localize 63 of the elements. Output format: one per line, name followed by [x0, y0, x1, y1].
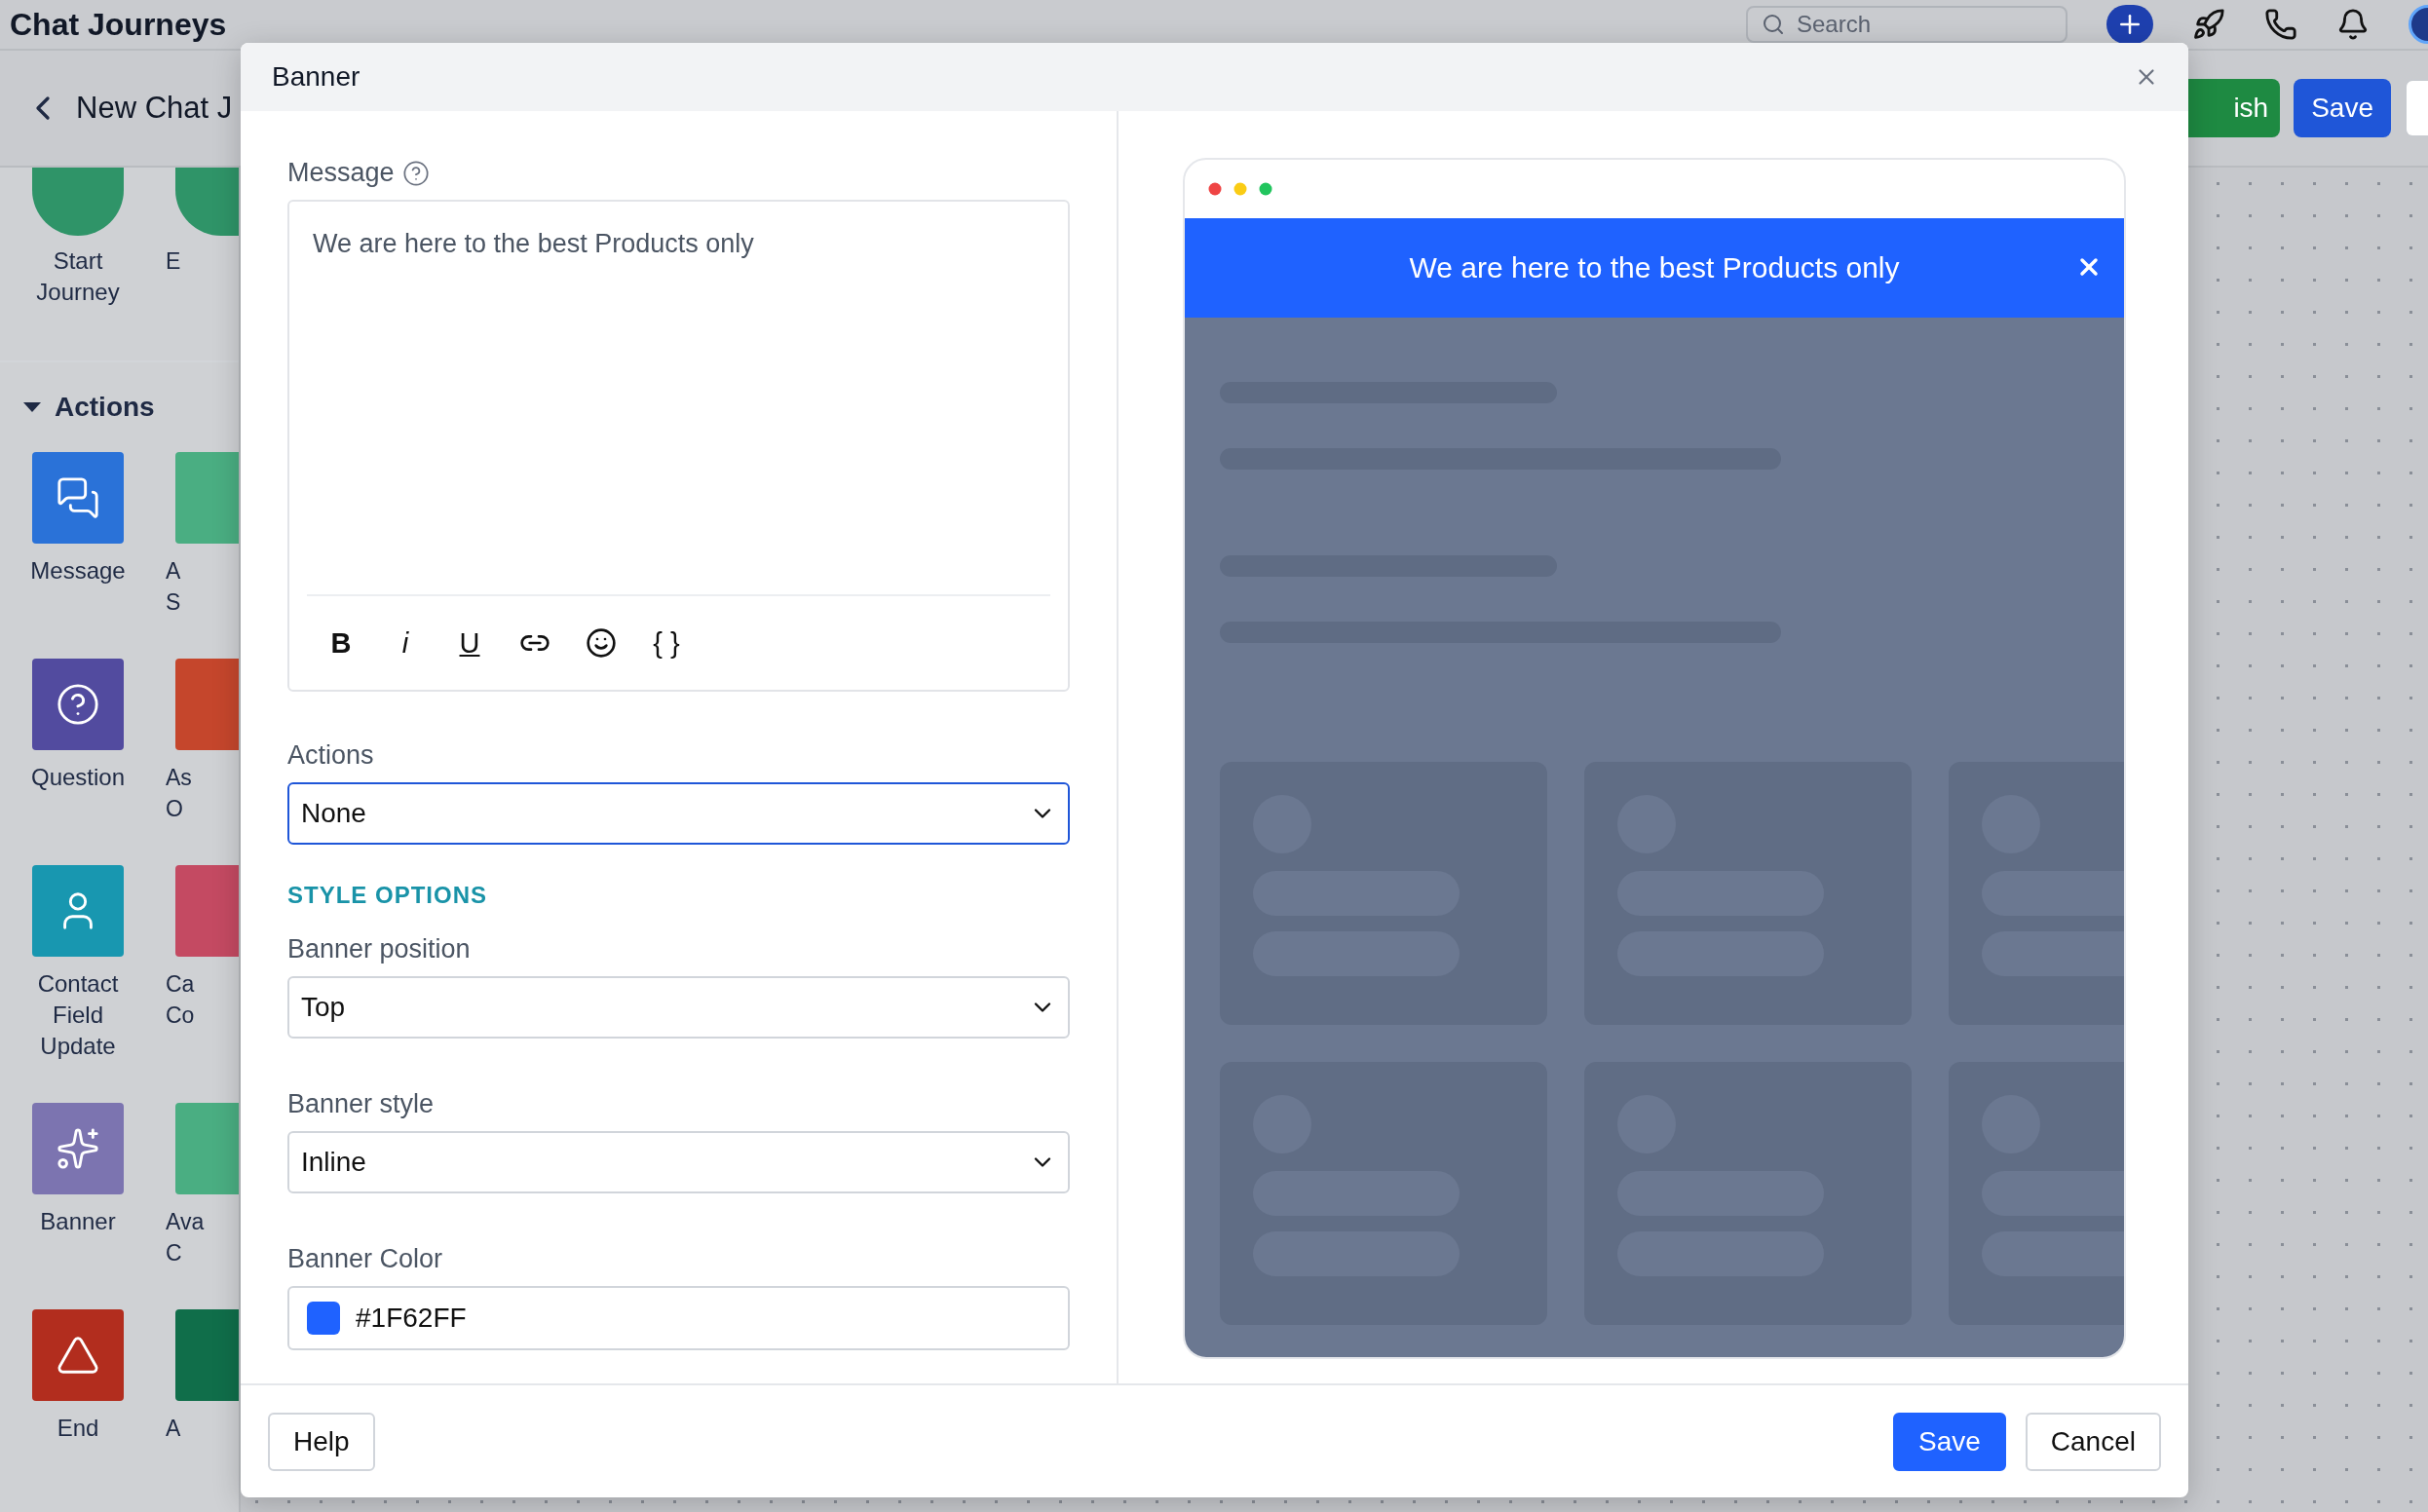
help-button[interactable]: Help	[268, 1412, 375, 1471]
item-label: Co	[166, 1002, 195, 1030]
search-field[interactable]: Search	[1746, 6, 2068, 43]
item-label: Message	[30, 556, 126, 586]
item-label: Start	[53, 246, 103, 276]
action-tile[interactable]	[32, 1309, 124, 1401]
action-tile[interactable]	[32, 659, 124, 750]
message-text: We are here to the best Products only	[312, 228, 755, 260]
search-icon	[1762, 13, 1785, 36]
stars-icon	[56, 1126, 100, 1171]
actions-select[interactable]: None	[287, 782, 1070, 845]
app-title: Chat Journeys	[10, 6, 228, 43]
chat-bubbles-icon	[56, 475, 100, 520]
item-label: A	[166, 1415, 181, 1443]
rocket-icon[interactable]	[2192, 8, 2225, 41]
underline-button[interactable]: U	[455, 626, 484, 660]
item-label: E	[166, 247, 181, 276]
color-field[interactable]: #1F62FF	[287, 1286, 1070, 1350]
color-swatch[interactable]	[307, 1302, 340, 1335]
start-node-icon[interactable]	[32, 168, 124, 236]
cancel-button[interactable]: Cancel	[2025, 1412, 2161, 1471]
italic-button[interactable]: i	[391, 626, 420, 660]
item-label: C	[166, 1239, 182, 1267]
bell-icon[interactable]	[2336, 8, 2370, 41]
field-label: Message	[287, 158, 395, 188]
item-label: A	[166, 557, 181, 586]
dialog-title: Banner	[272, 61, 360, 93]
section-header[interactable]: Actions	[0, 362, 155, 452]
action-tile[interactable]	[32, 1103, 124, 1194]
save-button[interactable]: Save	[2294, 79, 2391, 137]
journey-title: New Chat J	[76, 91, 233, 126]
action-tile[interactable]	[32, 865, 124, 957]
item-label: Journey	[36, 278, 120, 307]
item-label: Question	[30, 763, 126, 792]
action-tile[interactable]	[32, 452, 124, 544]
item-label: Ca	[166, 970, 195, 999]
field-label: Actions	[287, 740, 374, 771]
variable-button[interactable]: { }	[652, 626, 681, 660]
save-button[interactable]: Save	[1893, 1412, 2006, 1471]
item-label: Update	[40, 1032, 116, 1061]
dropdown[interactable]: Inline	[287, 1131, 1070, 1193]
emoji-icon[interactable]	[586, 627, 617, 659]
item-label: Banner	[40, 1207, 116, 1236]
item-label: O	[166, 795, 183, 823]
help-icon[interactable]	[401, 159, 430, 187]
field-label: Banner style	[287, 1089, 435, 1119]
message-editor[interactable]: We are here to the best Products only B i U { }	[287, 200, 1070, 692]
dropdown[interactable]: Top	[287, 976, 1070, 1039]
item-label: Ava	[166, 1208, 205, 1236]
item-label: Contact	[37, 969, 119, 999]
section-heading: STYLE OPTIONS	[287, 882, 489, 909]
item-label: Field	[53, 1001, 103, 1030]
field-label: Banner Color	[287, 1244, 443, 1274]
item-label: As	[166, 764, 192, 792]
question-icon	[56, 682, 100, 727]
add-button[interactable]	[2106, 5, 2153, 44]
item-label: End	[57, 1414, 99, 1443]
window-dots-icon	[1208, 182, 1272, 196]
phone-icon[interactable]	[2264, 8, 2297, 41]
banner-message: We are here to the best Products only	[1409, 251, 1900, 284]
field-label: Banner position	[287, 934, 471, 964]
bold-button[interactable]: B	[326, 626, 356, 660]
item-label: S	[166, 588, 181, 617]
